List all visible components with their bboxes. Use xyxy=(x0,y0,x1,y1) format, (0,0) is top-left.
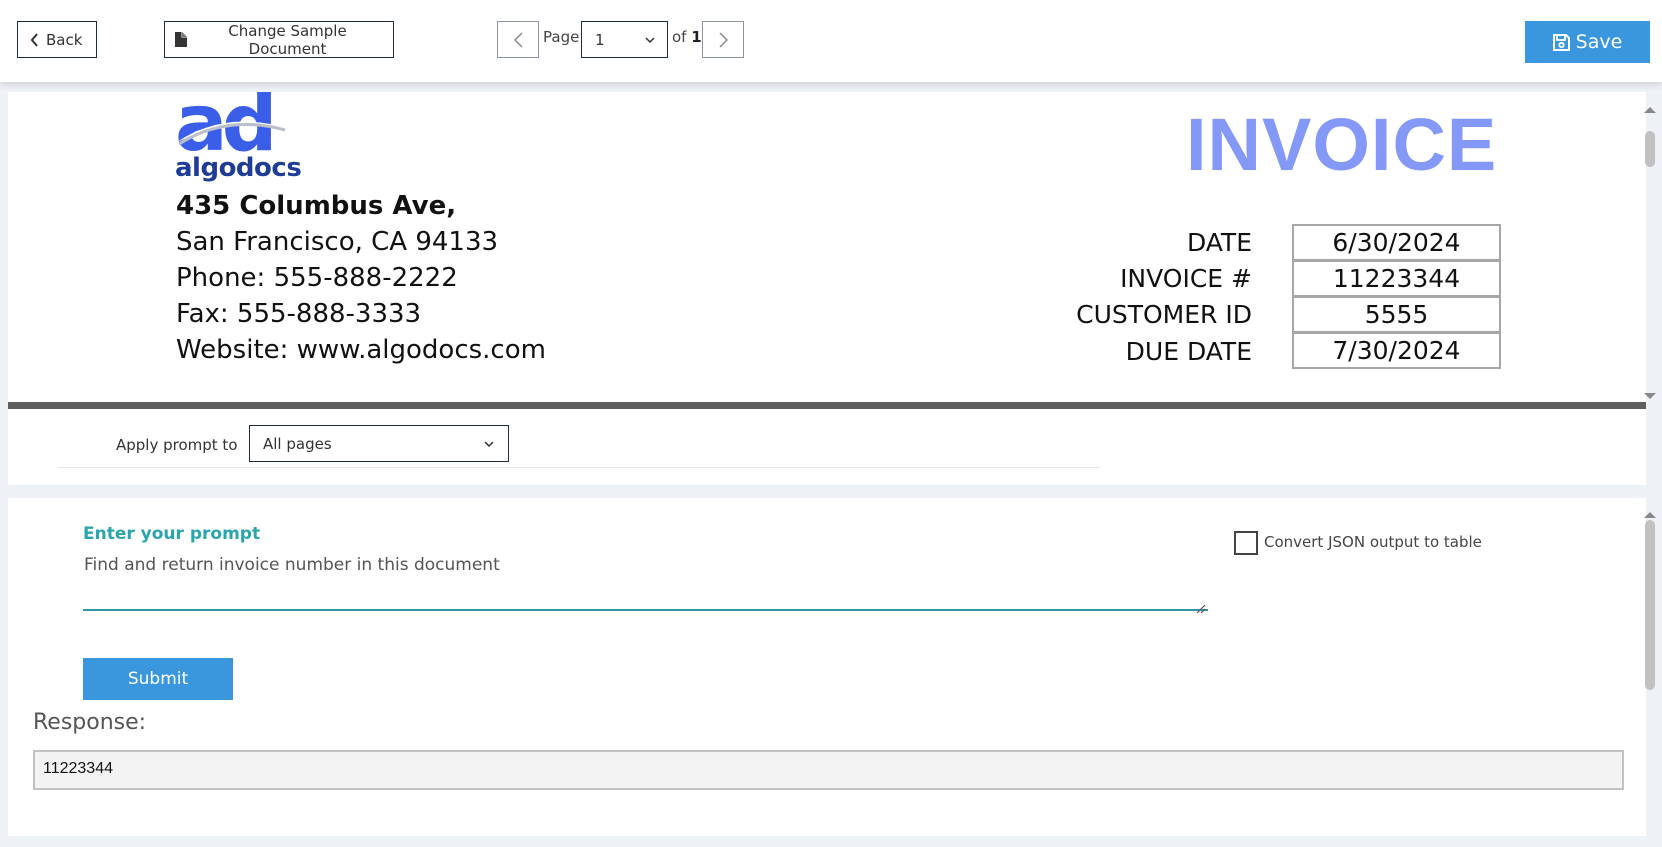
chevron-right-icon xyxy=(718,31,728,48)
page-label: Page xyxy=(543,28,580,46)
top-toolbar: Back Change Sample Document Page 1 of 1 … xyxy=(0,0,1662,82)
apply-prompt-select-value: All pages xyxy=(263,434,332,453)
response-output[interactable]: 11223344 xyxy=(33,750,1624,790)
document-scrollbar-thumb[interactable] xyxy=(1645,131,1655,167)
previous-page-button[interactable] xyxy=(497,21,539,58)
floppy-disk-icon xyxy=(1552,33,1570,51)
change-sample-document-label: Change Sample Document xyxy=(228,21,347,58)
date-label: DATE xyxy=(1186,228,1252,257)
page-select-value: 1 xyxy=(595,30,605,49)
apply-prompt-label: Apply prompt to xyxy=(116,436,238,454)
page-select[interactable]: 1 xyxy=(581,21,668,58)
customer-id-label: CUSTOMER ID xyxy=(1076,300,1252,329)
logo-wordmark: algodocs xyxy=(175,153,302,183)
back-label: Back xyxy=(46,30,83,49)
panel-resize-divider[interactable] xyxy=(8,402,1646,409)
convert-json-label: Convert JSON output to table xyxy=(1264,533,1482,551)
invoice-title: INVOICE xyxy=(1186,103,1498,186)
chevron-left-icon xyxy=(513,31,523,48)
fax-text: Fax: 555-888-3333 xyxy=(176,299,422,329)
change-sample-document-button[interactable]: Change Sample Document xyxy=(164,21,394,58)
invoice-number-value: 11223344 xyxy=(1292,260,1501,297)
of-label: of xyxy=(672,28,687,46)
submit-button[interactable]: Submit xyxy=(83,658,233,700)
page-total-text: of 1 xyxy=(672,28,702,46)
apply-prompt-section: Apply prompt to All pages xyxy=(8,409,1646,485)
save-label: Save xyxy=(1575,31,1623,53)
page-total: 1 xyxy=(691,28,702,46)
invoice-number-label: INVOICE # xyxy=(1120,264,1252,293)
website-text: Website: www.algodocs.com xyxy=(176,335,546,365)
prompt-label: Enter your prompt xyxy=(83,524,261,544)
prompt-scrollbar-thumb[interactable] xyxy=(1645,520,1655,690)
due-date-value: 7/30/2024 xyxy=(1292,332,1501,369)
document-preview: ad algodocs 435 Columbus Ave, San Franci… xyxy=(8,92,1646,402)
response-label: Response: xyxy=(33,710,147,735)
prompt-input[interactable]: Find and return invoice number in this d… xyxy=(83,555,1208,611)
chevron-left-icon xyxy=(30,32,39,47)
next-page-button[interactable] xyxy=(702,21,744,58)
address-line-1: 435 Columbus Ave, xyxy=(176,191,457,221)
phone-text: Phone: 555-888-2222 xyxy=(176,263,458,293)
separator xyxy=(58,467,1100,468)
file-icon xyxy=(175,32,187,47)
due-date-label: DUE DATE xyxy=(1125,337,1252,366)
back-button[interactable]: Back xyxy=(17,21,97,58)
chevron-down-icon xyxy=(484,440,494,447)
customer-id-value: 5555 xyxy=(1292,296,1501,333)
resize-handle-icon[interactable] xyxy=(1196,599,1206,618)
document-scroll-up-icon[interactable] xyxy=(1643,99,1657,118)
date-value: 6/30/2024 xyxy=(1292,224,1501,261)
apply-prompt-select[interactable]: All pages xyxy=(249,425,509,462)
convert-json-checkbox[interactable] xyxy=(1234,531,1258,555)
address-line-2: San Francisco, CA 94133 xyxy=(176,227,499,257)
chevron-down-icon xyxy=(645,36,655,43)
save-button[interactable]: Save xyxy=(1525,21,1650,63)
prompt-section: Enter your prompt Find and return invoic… xyxy=(8,498,1646,836)
